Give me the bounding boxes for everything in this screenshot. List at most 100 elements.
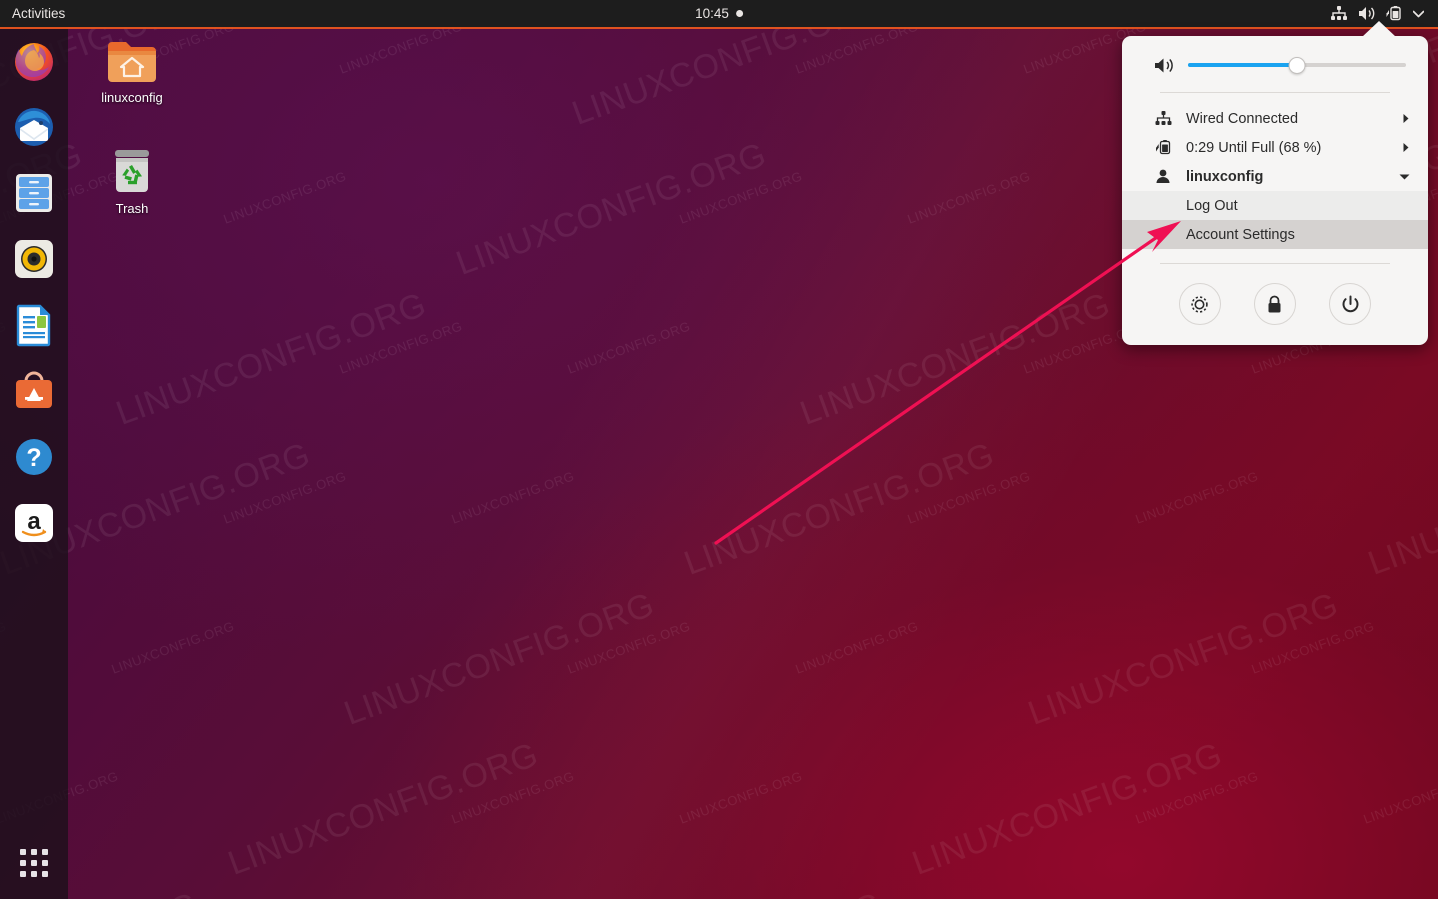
dock-item-rhythmbox[interactable] <box>10 235 58 283</box>
watermark-text: LINUXCONFIG.ORG <box>677 168 805 227</box>
firefox-icon <box>15 43 53 81</box>
amazon-icon: a <box>15 504 53 542</box>
grid-dot <box>42 860 48 866</box>
menu-divider-bottom <box>1160 263 1390 264</box>
watermark-text: LINUXCONFIG.ORG <box>1251 885 1438 899</box>
menu-row-label: Wired Connected <box>1186 110 1299 127</box>
watermark-text: LINUXCONFIG.ORG <box>449 768 577 827</box>
menu-divider-top <box>1160 92 1390 93</box>
menu-row-label: linuxconfig <box>1186 168 1264 185</box>
svg-text:?: ? <box>26 444 41 472</box>
battery-charging-icon <box>1386 6 1401 21</box>
slider-fill <box>1188 63 1297 67</box>
dock-item-files[interactable] <box>10 169 58 217</box>
watermark-text: LINUXCONFIG.ORG <box>567 885 887 899</box>
volume-slider-row[interactable] <box>1122 36 1428 78</box>
grid-dot <box>20 860 26 866</box>
help-icon: ? <box>16 439 52 475</box>
chevron-down-icon <box>1399 173 1410 181</box>
settings-button[interactable] <box>1178 283 1221 325</box>
battery-charging-icon <box>1154 140 1172 155</box>
activities-label: Activities <box>12 6 66 21</box>
chevron-down-icon <box>1413 10 1424 17</box>
svg-text:a: a <box>27 508 41 535</box>
volume-slider[interactable] <box>1188 56 1406 74</box>
dock-item-help[interactable]: ? <box>10 433 58 481</box>
desktop-icon-trash[interactable]: Trash <box>84 147 180 216</box>
watermark-text: LINUXCONFIG.ORG <box>109 618 237 677</box>
desktop-icon-home-folder[interactable]: linuxconfig <box>84 38 180 105</box>
volume-icon <box>1155 58 1173 72</box>
watermark-text: LINUXCONFIG.ORG <box>111 285 432 433</box>
folder-icon <box>108 42 156 82</box>
lock-button[interactable] <box>1253 283 1296 325</box>
watermark-text: LINUXCONFIG.ORG <box>793 618 921 677</box>
thunderbird-icon <box>15 108 53 146</box>
watermark-text: LINUXCONFIG.ORG <box>449 468 577 527</box>
grid-dot <box>31 849 37 855</box>
files-icon <box>16 174 52 212</box>
watermark-text: LINUXCONFIG.ORG <box>677 768 805 827</box>
volume-icon <box>1359 7 1375 20</box>
dock-item-firefox[interactable] <box>10 37 58 85</box>
menu-row-battery[interactable]: 0:29 Until Full (68 %) <box>1122 133 1428 162</box>
chevron-right-icon <box>1402 142 1410 153</box>
dock-item-amazon[interactable]: a <box>10 499 58 547</box>
top-bar: Activities 10:45 <box>0 0 1438 29</box>
watermark-text: LINUXCONFIG.ORG <box>565 618 693 677</box>
watermark-text: LINUXCONFIG.ORG <box>907 735 1228 883</box>
menu-row-label: 0:29 Until Full (68 %) <box>1186 139 1322 156</box>
activities-button[interactable]: Activities <box>2 0 75 27</box>
menu-action-row <box>1122 275 1428 345</box>
clock-label: 10:45 <box>695 6 729 21</box>
watermark-text: LINUXCONFIG.ORG <box>565 318 693 377</box>
menu-item-label: Log Out <box>1186 197 1238 214</box>
libreoffice-writer-icon <box>16 304 51 347</box>
watermark-text: LINUXCONFIG.ORG <box>221 468 349 527</box>
dock-item-libreoffice-writer[interactable] <box>10 301 58 349</box>
rhythmbox-icon <box>15 240 53 278</box>
menu-item-account-settings[interactable]: Account Settings <box>1122 220 1428 249</box>
notification-dot-icon <box>735 10 743 17</box>
watermark-text: LINUXCONFIG.ORG <box>1023 585 1344 733</box>
watermark-text: LINUXCONFIG.ORG <box>221 168 349 227</box>
watermark-text: LINUXCONFIG.ORG <box>1249 618 1377 677</box>
dock-item-thunderbird[interactable] <box>10 103 58 151</box>
slider-knob[interactable] <box>1288 56 1306 74</box>
menu-pointer-triangle <box>1362 21 1396 37</box>
watermark-text: LINUXCONFIG.ORG <box>337 318 465 377</box>
wired-network-icon <box>1154 111 1172 126</box>
trash-icon <box>115 150 149 192</box>
clock-button[interactable]: 10:45 <box>695 6 743 21</box>
menu-item-label: Account Settings <box>1186 226 1295 243</box>
watermark-text: LINUXCONFIG.ORG <box>1133 768 1261 827</box>
watermark-text: LINUXCONFIG.ORG <box>223 735 544 883</box>
power-icon <box>1342 295 1359 312</box>
menu-item-log-out[interactable]: Log Out <box>1122 191 1428 220</box>
desktop-icon-label: linuxconfig <box>101 90 163 105</box>
power-button[interactable] <box>1329 283 1372 325</box>
watermark-text: LINUXCONFIG.ORG <box>451 135 772 283</box>
watermark-text: LINUXCONFIG.ORG <box>1363 435 1438 583</box>
grid-dot <box>31 871 37 877</box>
watermark-text: LINUXCONFIG.ORG <box>339 585 660 733</box>
grid-dot <box>31 860 37 866</box>
chevron-right-icon <box>1402 113 1410 124</box>
watermark-text: LINUXCONFIG.ORG <box>1361 768 1438 827</box>
wired-network-icon <box>1331 6 1347 20</box>
menu-row-user[interactable]: linuxconfig <box>1122 162 1428 191</box>
menu-row-network[interactable]: Wired Connected <box>1122 104 1428 133</box>
watermark-text: LINUXCONFIG.ORG <box>679 435 1000 583</box>
watermark-text: LINUXCONFIG.ORG <box>795 285 1116 433</box>
grid-dot <box>20 849 26 855</box>
ubuntu-software-icon <box>16 371 52 408</box>
system-menu-popup: Wired Connected 0:29 Until Full (68 %) l… <box>1122 36 1428 345</box>
user-icon <box>1154 169 1172 184</box>
show-applications-button[interactable] <box>10 839 58 887</box>
gear-icon <box>1191 295 1208 313</box>
grid-dot <box>42 871 48 877</box>
dock-item-ubuntu-software[interactable] <box>10 367 58 415</box>
watermark-text: LINUXCONFIG.ORG <box>905 168 1033 227</box>
grid-dot <box>20 871 26 877</box>
watermark-text: LINUXCONFIG.ORG <box>1133 468 1261 527</box>
